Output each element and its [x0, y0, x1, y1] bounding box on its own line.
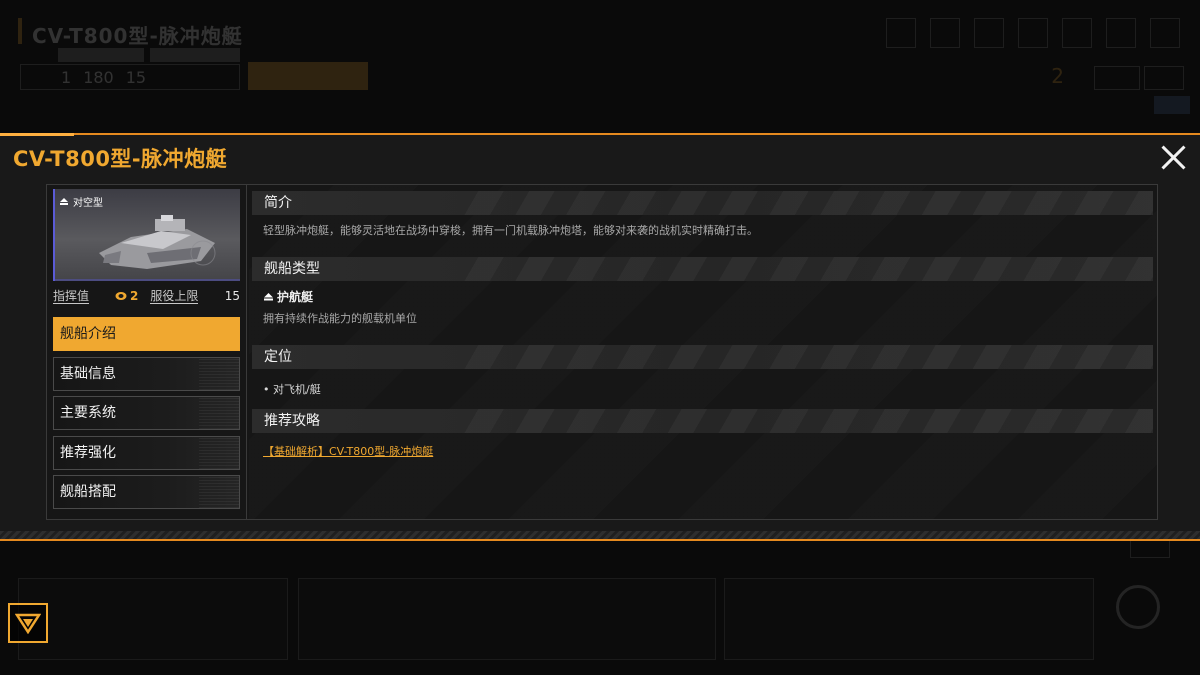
tab-ship-combos[interactable]: 舰船搭配	[53, 475, 240, 509]
modal-content-frame: 对空型 指挥值 2 服役上限 15 舰船介绍 基础信息 主要系统 推荐强化 舰船…	[46, 184, 1158, 520]
bg-bottom-panel	[724, 578, 1094, 660]
ship-type-name: 护航艇	[277, 290, 314, 304]
bg-pill	[1094, 66, 1140, 90]
escort-ship-icon	[264, 292, 273, 300]
ship-portrait-card: 对空型	[53, 189, 240, 281]
bg-blue-tag	[1154, 96, 1190, 114]
bg-stat: 1	[61, 67, 72, 87]
intro-text: 轻型脉冲炮艇，能够灵活地在战场中穿梭，拥有一门机载脉冲炮塔，能够对来袭的战机实时…	[263, 224, 758, 237]
ship-info-modal: CV-T800型-脉冲炮艇 对空型 指挥值 2 服役上限 15 舰船介绍 基础信…	[0, 133, 1200, 541]
modal-bottom-hatch	[0, 531, 1200, 539]
bg-bottom-panel	[298, 578, 716, 660]
service-limit-label[interactable]: 服役上限	[150, 289, 199, 304]
bg-bottom-panel	[18, 578, 288, 660]
command-cost-icon	[115, 292, 127, 300]
ship-type-heading: 舰船类型	[252, 257, 1153, 281]
bg-toolbar-icon	[974, 18, 1004, 48]
guide-heading: 推荐攻略	[252, 409, 1153, 433]
tab-ship-intro[interactable]: 舰船介绍	[53, 317, 240, 351]
command-value: 2	[115, 289, 138, 303]
ship-class-icon	[60, 198, 68, 205]
ship-type-text: 拥有持续作战能力的舰载机单位	[263, 312, 417, 325]
ship-sidebar: 对空型 指挥值 2 服役上限 15 舰船介绍 基础信息 主要系统 推荐强化 舰船…	[47, 185, 247, 519]
bg-gold-button	[248, 62, 368, 90]
bg-toolbar	[886, 18, 1180, 48]
service-limit-value: 15	[224, 289, 240, 303]
game-logo-icon	[8, 603, 48, 643]
ship-model-image	[99, 215, 216, 269]
close-icon[interactable]	[1158, 142, 1188, 172]
bg-toolbar-icon	[1018, 18, 1048, 48]
guide-link[interactable]: 【基础解析】CV-T800型-脉冲炮艇	[263, 443, 433, 459]
bg-chip	[58, 48, 144, 62]
ship-type-label: 护航艇	[263, 288, 313, 305]
bg-pill	[1144, 66, 1184, 90]
bg-stats-bar: 1 180 15	[20, 64, 240, 90]
modal-accent	[0, 133, 74, 136]
bg-stat: 15	[125, 67, 147, 87]
position-heading: 定位	[252, 345, 1153, 369]
tab-recommended-upgrades[interactable]: 推荐强化	[53, 435, 240, 470]
bg-toolbar-icon	[1150, 18, 1180, 48]
intro-heading: 简介	[252, 191, 1153, 215]
command-label[interactable]: 指挥值	[53, 289, 90, 304]
ship-card-underline	[55, 279, 240, 281]
tab-main-systems[interactable]: 主要系统	[53, 396, 240, 430]
position-item: • 对飞机/艇	[263, 383, 321, 396]
bg-title: CV-T800型-脉冲炮艇	[32, 24, 243, 48]
tab-basic-info[interactable]: 基础信息	[53, 356, 240, 391]
command-value-text: 2	[130, 289, 139, 303]
bg-toolbar-icon	[886, 18, 916, 48]
bg-toolbar-icon	[1106, 18, 1136, 48]
bg-circle-button	[1116, 585, 1160, 629]
bg-toolbar-icon	[1062, 18, 1092, 48]
modal-title: CV-T800型-脉冲炮艇	[13, 147, 228, 171]
bg-toolbar-icon	[930, 18, 960, 48]
bg-gold-count: 2	[1051, 64, 1064, 88]
ship-detail-panel: 简介 轻型脉冲炮艇，能够灵活地在战场中穿梭，拥有一门机载脉冲炮塔，能够对来袭的战…	[249, 185, 1157, 519]
ship-tab-list: 舰船介绍 基础信息 主要系统 推荐强化 舰船搭配	[53, 317, 240, 515]
ship-stats-row: 指挥值 2 服役上限 15	[53, 287, 240, 305]
bg-chip	[150, 48, 240, 62]
bg-accent-bar	[18, 18, 22, 44]
bg-stat: 180	[83, 67, 114, 87]
